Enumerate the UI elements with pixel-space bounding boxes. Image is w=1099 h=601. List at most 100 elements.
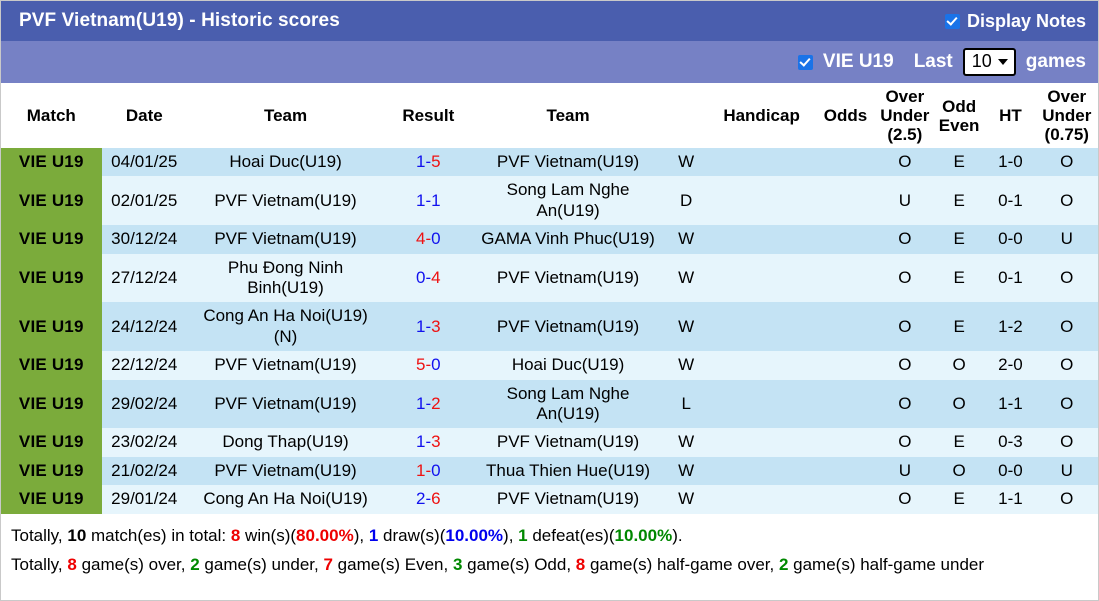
summary-mid-2: win(s)( (240, 525, 297, 545)
col-header-over-under-25[interactable]: Over Under (2.5) (876, 83, 933, 149)
table-row[interactable]: VIE U19 29/01/24 Cong An Ha Noi(U19) 2-6 PVF… (1, 485, 1098, 514)
over-under-25-value: U (876, 456, 933, 486)
match-league-badge: VIE U19 (1, 148, 102, 177)
match-league-badge: VIE U19 (1, 225, 102, 254)
team-filter-checkbox[interactable] (797, 54, 813, 70)
historic-scores-panel: PVF Vietnam(U19) - Historic scores Displ… (0, 0, 1099, 601)
table-row[interactable]: VIE U19 02/01/25 PVF Vietnam(U19) 1-1 Song L… (1, 176, 1098, 226)
handicap-value (708, 379, 815, 429)
col-header-handicap[interactable]: Handicap (708, 83, 815, 149)
half-time-score: 0-3 (985, 428, 1036, 457)
away-score: 0 (431, 229, 441, 249)
over-under-25-value: O (876, 225, 933, 254)
table-row[interactable]: VIE U19 04/01/25 Hoai Duc(U19) 1-5 PVF Vietn… (1, 148, 1098, 177)
match-result: 1-3 (384, 428, 473, 457)
table-row[interactable]: VIE U19 24/12/24 Cong An Ha Noi(U19) (N) 1-… (1, 302, 1098, 352)
col-header-odd-even[interactable]: Odd Even (932, 83, 986, 149)
over-under-075-value: O (1035, 302, 1098, 352)
home-team-name: Cong An Ha Noi(U19) (187, 485, 385, 514)
page-title: PVF Vietnam(U19) - Historic scores (19, 10, 340, 31)
handicap-value (708, 302, 815, 352)
half-time-score: 0-1 (985, 176, 1036, 226)
table-row[interactable]: VIE U19 21/02/24 PVF Vietnam(U19) 1-0 Thua T… (1, 456, 1098, 486)
away-score: 0 (431, 355, 441, 375)
match-date: 22/12/24 (101, 351, 187, 380)
summary-wins: 8 (230, 525, 241, 545)
outcome-indicator: W (663, 456, 709, 486)
games-count-value: 10 (971, 51, 992, 72)
match-date: 29/01/24 (101, 485, 187, 514)
odd-even-value: O (932, 351, 986, 380)
away-team-name: GAMA Vinh Phuc(U19) (472, 225, 664, 254)
odd-even-value: E (932, 253, 986, 303)
summary-defeats: 1 (518, 525, 528, 545)
handicap-value (708, 351, 815, 380)
half-time-score: 1-1 (985, 485, 1036, 514)
col-header-team-home[interactable]: Team (187, 83, 385, 149)
col-header-over-under-075[interactable]: Over Under (0.75) (1035, 83, 1098, 149)
match-league-badge: VIE U19 (1, 253, 102, 303)
away-team-name: Hoai Duc(U19) (472, 351, 664, 380)
home-team-name: Phu Đong Ninh Binh(U19) (187, 253, 385, 303)
odd-even-value: E (932, 225, 986, 254)
odds-value (814, 351, 877, 380)
table-row[interactable]: VIE U19 23/02/24 Dong Thap(U19) 1-3 PVF Viet… (1, 428, 1098, 457)
home-team-name: PVF Vietnam(U19) (187, 225, 385, 254)
col-header-team-away[interactable]: Team (472, 83, 664, 149)
odds-value (814, 302, 877, 352)
outcome-indicator: W (663, 302, 709, 352)
table-row[interactable]: VIE U19 30/12/24 PVF Vietnam(U19) 4-0 GAMA V… (1, 225, 1098, 254)
ou25-line3: (2.5) (887, 125, 923, 145)
col-header-result[interactable]: Result (384, 83, 473, 149)
home-team-name: PVF Vietnam(U19) (187, 379, 385, 429)
half-time-score: 0-1 (985, 253, 1036, 303)
match-result: 1-1 (384, 176, 473, 226)
match-result: 1-0 (384, 456, 473, 486)
display-notes-label: Display Notes (966, 10, 1086, 31)
summary-line-record: Totally, 10 match(es) in total: 8 win(s)… (11, 521, 1088, 550)
match-date: 30/12/24 (101, 225, 187, 254)
display-notes-checkbox[interactable] (944, 13, 960, 29)
summary-prefix-1: Totally, (11, 525, 68, 545)
ou075-line3: (0.75) (1044, 125, 1089, 145)
table-row[interactable]: VIE U19 29/02/24 PVF Vietnam(U19) 1-2 Song L… (1, 379, 1098, 429)
col-header-match[interactable]: Match (1, 83, 102, 149)
match-date: 24/12/24 (101, 302, 187, 352)
over-under-25-value: O (876, 351, 933, 380)
games-label: games (1025, 51, 1086, 72)
col-header-date[interactable]: Date (101, 83, 187, 149)
summary-mid-5: ), (503, 525, 519, 545)
match-league-badge: VIE U19 (1, 485, 102, 514)
summary-draws-pct: 10.00% (445, 525, 504, 545)
handicap-value (708, 253, 815, 303)
match-result: 1-3 (384, 302, 473, 352)
over-under-075-value: O (1035, 351, 1098, 380)
col-header-ht[interactable]: HT (985, 83, 1036, 149)
summary-suffix-1: ). (672, 525, 683, 545)
odds-value (814, 456, 877, 486)
over-under-25-value: O (876, 148, 933, 177)
over-under-075-value: O (1035, 176, 1098, 226)
over-under-25-value: O (876, 379, 933, 429)
away-team-name: Thua Thien Hue(U19) (472, 456, 664, 486)
summary-mid-1: match(es) in total: (86, 525, 231, 545)
ou075-line2: Under (1042, 106, 1092, 126)
match-result: 1-5 (384, 148, 473, 177)
table-row[interactable]: VIE U19 27/12/24 Phu Đong Ninh Binh(U19) 0-… (1, 253, 1098, 303)
away-score: 2 (431, 393, 441, 413)
ou25-line2: Under (880, 106, 930, 126)
col-header-outcome (663, 83, 709, 149)
odd-even-value: E (932, 428, 986, 457)
games-count-select[interactable]: 10 (962, 48, 1016, 76)
col-header-odds[interactable]: Odds (814, 83, 877, 149)
team-filter-label: VIE U19 (822, 51, 894, 72)
home-team-name: Dong Thap(U19) (187, 428, 385, 457)
match-league-badge: VIE U19 (1, 428, 102, 457)
summary-total-matches: 10 (67, 525, 87, 545)
home-team-name: PVF Vietnam(U19) (187, 351, 385, 380)
away-team-name: PVF Vietnam(U19) (472, 428, 664, 457)
half-time-score: 0-0 (985, 225, 1036, 254)
summary-mid-3: ), (353, 525, 369, 545)
display-notes-control[interactable]: Display Notes (944, 10, 1086, 32)
table-row[interactable]: VIE U19 22/12/24 PVF Vietnam(U19) 5-0 Hoai D… (1, 351, 1098, 380)
